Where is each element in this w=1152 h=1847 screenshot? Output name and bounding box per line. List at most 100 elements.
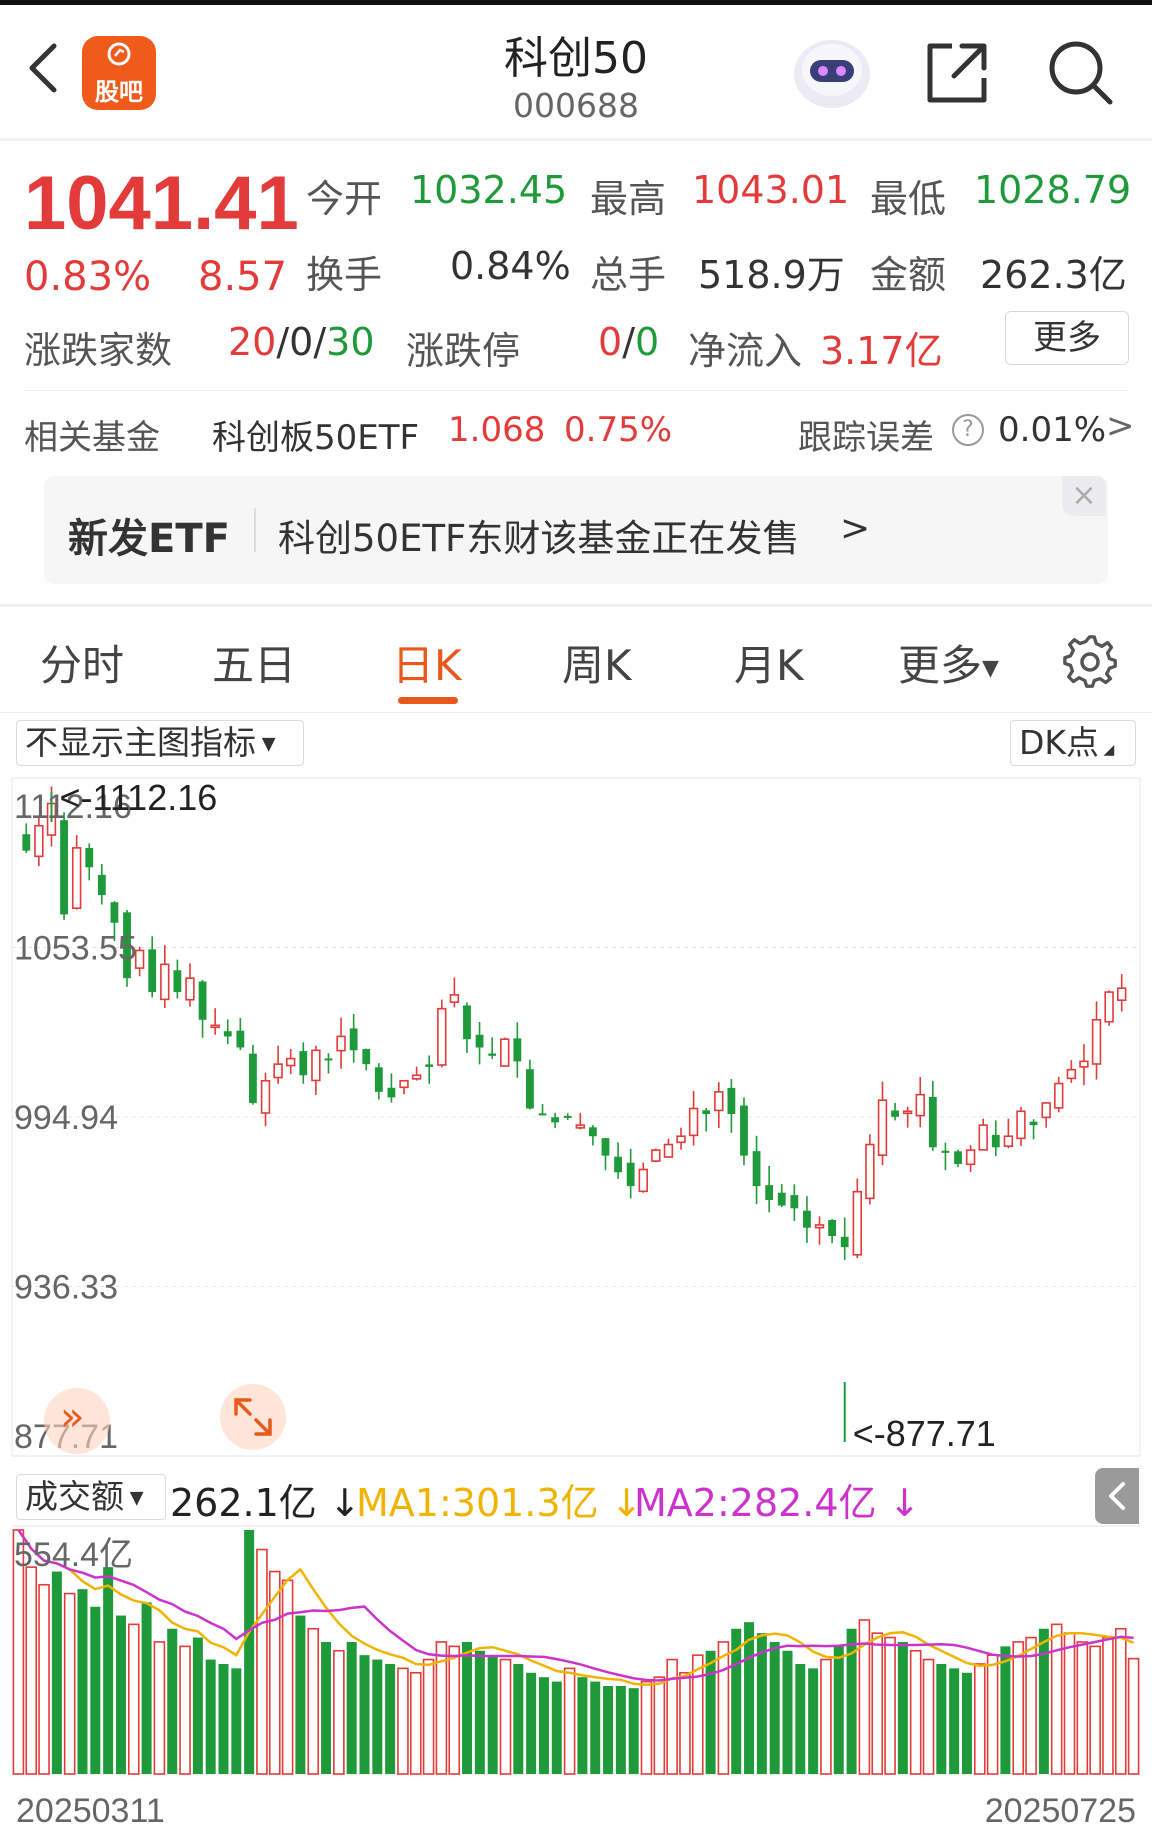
candle — [891, 1110, 899, 1117]
candle — [840, 1236, 849, 1248]
guba-logo[interactable]: 股吧 — [82, 36, 156, 110]
x-end-label: 20250725 — [985, 1792, 1136, 1830]
stock-code: 000688 — [513, 86, 639, 125]
gear-icon — [1063, 635, 1117, 688]
status-bar-edge — [0, 0, 1152, 5]
volume-bar — [513, 1663, 524, 1774]
candle — [928, 1096, 937, 1148]
volume-value: 262.1亿 ↓ — [170, 1472, 361, 1527]
volume-bar — [397, 1667, 409, 1775]
candle — [740, 1105, 748, 1156]
ai-assistant-button[interactable] — [790, 32, 874, 112]
banner-divider — [254, 508, 256, 552]
header-divider — [0, 138, 1152, 141]
candle — [991, 1134, 1000, 1148]
volume-bar — [385, 1663, 396, 1774]
volume-bar — [1012, 1641, 1025, 1775]
breadth-values: 20/0/30 — [228, 320, 375, 364]
candle — [110, 902, 119, 923]
volume-bar — [653, 1676, 666, 1775]
volume-bar — [448, 1645, 461, 1775]
turnover-label: 换手 — [306, 253, 383, 297]
kline-chart[interactable]: 1112.161053.55994.94936.33877.71<-1112.1… — [0, 770, 1152, 1470]
limit-values: 0/0 — [598, 320, 659, 364]
tab-more[interactable]: 更多▼ — [898, 632, 999, 693]
volume-chart[interactable]: 554.4亿 20250311 20250725 — [0, 1524, 1152, 1847]
volume-bar — [705, 1650, 716, 1774]
tab-monthly-k[interactable]: 月K — [734, 632, 804, 693]
amount-label: 金额 — [870, 253, 947, 297]
volume-bar — [1025, 1636, 1037, 1775]
volume-bar — [115, 1615, 126, 1774]
volume-select-label: 成交额 — [25, 1477, 124, 1516]
fund-label: 相关基金 — [24, 418, 160, 458]
candle — [1041, 1102, 1051, 1119]
dk-point-button[interactable]: DK点 ◢ — [1010, 720, 1136, 766]
candle — [173, 970, 182, 993]
volume-bar — [1063, 1632, 1076, 1775]
expand-sidebar-button[interactable]: » — [44, 1388, 110, 1454]
volume-bars — [12, 1529, 1140, 1775]
volume-bar — [679, 1671, 691, 1775]
change-amount: 8.57 — [198, 254, 288, 300]
open-value: 1032.45 — [410, 168, 568, 212]
banner-close-button[interactable]: × — [1062, 476, 1106, 516]
tab-daily-k[interactable]: 日K — [392, 632, 462, 693]
candle — [349, 1028, 358, 1051]
search-button[interactable] — [1044, 36, 1116, 108]
candle — [790, 1195, 799, 1209]
candle — [1029, 1121, 1038, 1126]
tab-intraday[interactable]: 分时 — [40, 632, 124, 693]
candle — [488, 1053, 497, 1056]
volume-bar — [833, 1646, 844, 1774]
limit-label: 涨跌停 — [406, 329, 521, 373]
double-chevron-icon: » — [60, 1394, 85, 1440]
volume-bar — [577, 1677, 588, 1774]
tab-five-day[interactable]: 五日 — [212, 632, 296, 693]
dk-point-label: DK点 — [1019, 723, 1100, 762]
volume-indicator-select[interactable]: 成交额 ▼ — [16, 1474, 166, 1520]
back-button[interactable] — [24, 38, 64, 98]
more-quote-button[interactable]: 更多 — [1005, 311, 1129, 365]
y-tick-label: 936.33 — [14, 1269, 118, 1307]
candle — [828, 1220, 837, 1237]
volume-bar — [1127, 1657, 1140, 1775]
candle — [362, 1049, 371, 1065]
change-percent: 0.83% — [24, 254, 152, 300]
corner-triangle-icon: ◢ — [1099, 742, 1115, 758]
inflow-value: 3.17亿 — [820, 329, 943, 373]
fullscreen-button[interactable] — [220, 1384, 286, 1450]
last-price: 1041.41 — [24, 161, 299, 246]
volume-bar — [691, 1654, 704, 1775]
volume-bar — [961, 1672, 972, 1774]
volume-bar — [1089, 1645, 1101, 1775]
candle — [299, 1051, 308, 1076]
arrow-down-icon: ↓ — [316, 1481, 361, 1525]
candle — [651, 1149, 661, 1162]
candle — [286, 1057, 296, 1067]
breadth-sep: / — [313, 320, 327, 364]
candle — [626, 1162, 635, 1187]
volume-bar — [526, 1672, 537, 1774]
share-icon — [927, 43, 987, 103]
collapse-panel-button[interactable] — [1095, 1468, 1139, 1524]
chart-settings-button[interactable] — [1062, 634, 1118, 690]
candle — [411, 1074, 422, 1080]
new-etf-banner[interactable]: 新发ETF 科创50ETF东财该基金正在发售 > × — [44, 476, 1108, 584]
indicator-select[interactable]: 不显示主图指标 ▼ — [16, 720, 304, 766]
fund-row[interactable]: 相关基金 科创板50ETF 1.068 0.75% 跟踪误差 ? 0.01% > — [0, 392, 1152, 468]
help-icon[interactable]: ? — [952, 414, 984, 446]
ma1-value-text: MA1:301.3亿 — [356, 1481, 599, 1525]
candle — [463, 1005, 471, 1040]
caret-down-icon: ▼ — [256, 733, 276, 755]
fund-name: 科创板50ETF — [212, 418, 420, 458]
inflow-label: 净流入 — [688, 329, 803, 373]
candle — [97, 874, 106, 896]
share-button[interactable] — [922, 38, 992, 108]
tab-weekly-k[interactable]: 周K — [562, 632, 632, 693]
candle — [814, 1224, 825, 1229]
volume-bar — [167, 1628, 178, 1774]
volume-bar — [640, 1680, 653, 1775]
candle — [727, 1087, 736, 1115]
candle — [638, 1168, 648, 1193]
